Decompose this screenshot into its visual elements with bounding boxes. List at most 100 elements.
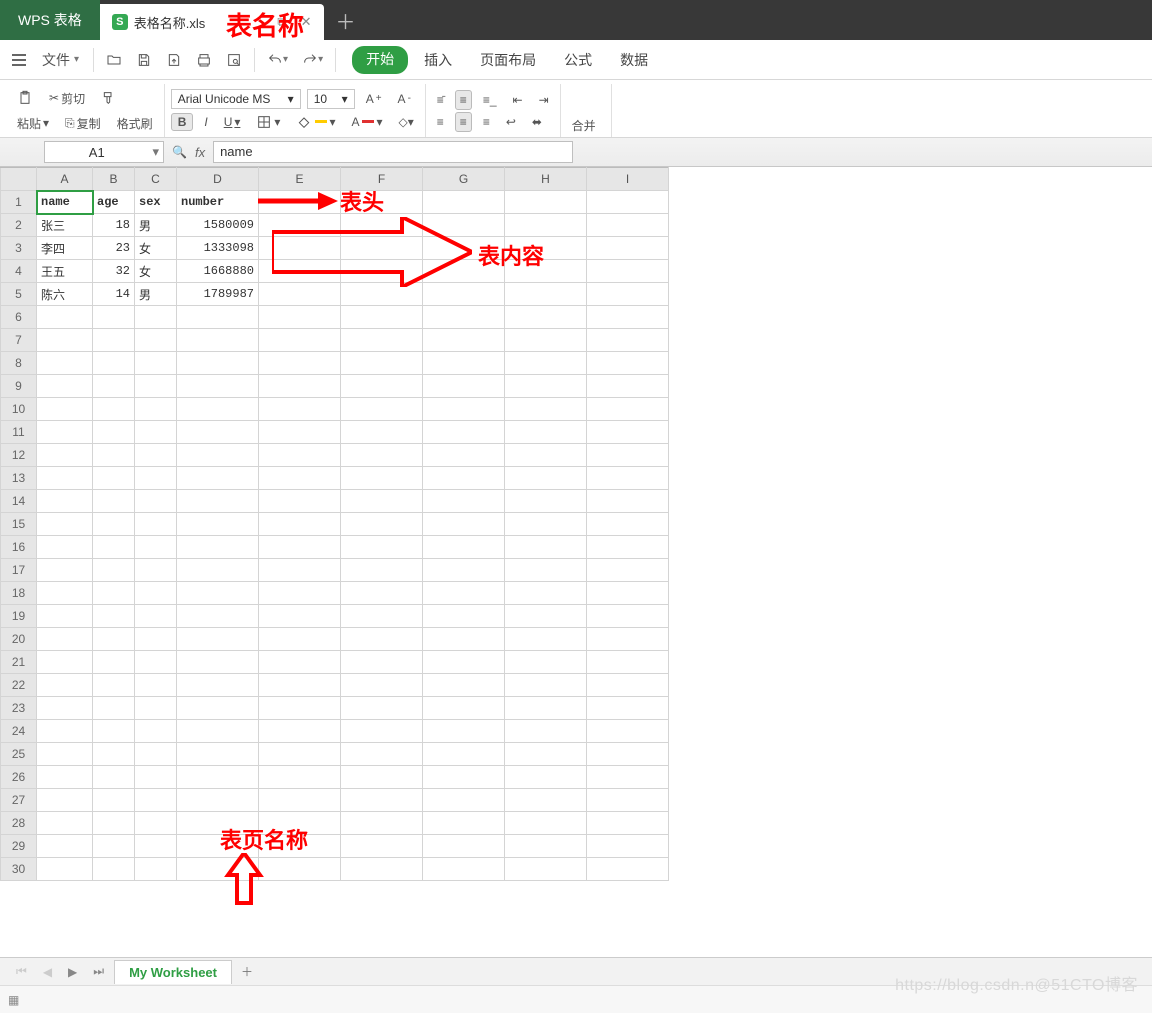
cell[interactable]	[177, 628, 259, 651]
cell[interactable]	[135, 674, 177, 697]
cell[interactable]	[505, 352, 587, 375]
cell[interactable]	[505, 766, 587, 789]
increase-font-icon[interactable]: A+	[361, 89, 387, 109]
cell[interactable]	[505, 260, 587, 283]
cell[interactable]	[423, 306, 505, 329]
row-header[interactable]: 15	[1, 513, 37, 536]
cell[interactable]	[505, 467, 587, 490]
cell[interactable]	[37, 789, 93, 812]
cell[interactable]	[177, 812, 259, 835]
zoom-icon[interactable]: 🔍	[172, 145, 187, 159]
cell[interactable]	[177, 605, 259, 628]
cell[interactable]	[135, 306, 177, 329]
cell[interactable]	[93, 306, 135, 329]
cell[interactable]	[37, 858, 93, 881]
cell[interactable]	[93, 605, 135, 628]
cell[interactable]	[259, 559, 341, 582]
cell[interactable]	[135, 421, 177, 444]
cell[interactable]	[423, 766, 505, 789]
cell[interactable]	[37, 812, 93, 835]
row-header[interactable]: 21	[1, 651, 37, 674]
column-header[interactable]: C	[135, 168, 177, 191]
column-header[interactable]: B	[93, 168, 135, 191]
cell[interactable]	[37, 467, 93, 490]
indent-decrease-icon[interactable]: ⇤	[508, 90, 528, 110]
cell[interactable]	[135, 329, 177, 352]
cell[interactable]	[505, 559, 587, 582]
cell[interactable]	[177, 329, 259, 352]
cell[interactable]	[341, 743, 423, 766]
open-icon[interactable]	[100, 48, 128, 72]
column-header[interactable]: H	[505, 168, 587, 191]
cell[interactable]	[423, 352, 505, 375]
font-name-select[interactable]: Arial Unicode MS▾	[171, 89, 301, 109]
cell[interactable]	[587, 582, 669, 605]
cell[interactable]: sex	[135, 191, 177, 214]
font-color-button[interactable]: A▾	[346, 112, 387, 132]
cell[interactable]	[505, 398, 587, 421]
cell[interactable]	[37, 697, 93, 720]
cell[interactable]	[587, 513, 669, 536]
cell[interactable]: 1789987	[177, 283, 259, 306]
cell[interactable]	[587, 536, 669, 559]
cell[interactable]	[135, 651, 177, 674]
file-menu[interactable]: 文件 ▾	[34, 46, 87, 74]
column-header[interactable]: A	[37, 168, 93, 191]
cell[interactable]	[93, 375, 135, 398]
cell[interactable]	[177, 559, 259, 582]
cell[interactable]	[587, 559, 669, 582]
cell[interactable]	[177, 375, 259, 398]
row-header[interactable]: 7	[1, 329, 37, 352]
row-header[interactable]: 12	[1, 444, 37, 467]
cell[interactable]	[587, 490, 669, 513]
cell[interactable]	[423, 214, 505, 237]
app-tab[interactable]: WPS 表格	[0, 0, 100, 40]
cell[interactable]	[423, 651, 505, 674]
row-header[interactable]: 9	[1, 375, 37, 398]
cell[interactable]	[341, 628, 423, 651]
cell[interactable]	[587, 398, 669, 421]
cell[interactable]	[505, 421, 587, 444]
cell[interactable]	[423, 421, 505, 444]
align-center-icon[interactable]: ≡	[455, 112, 472, 132]
cell[interactable]	[37, 559, 93, 582]
cell[interactable]	[177, 720, 259, 743]
cell[interactable]	[259, 398, 341, 421]
cell[interactable]	[135, 398, 177, 421]
cell[interactable]	[177, 536, 259, 559]
cell[interactable]	[587, 352, 669, 375]
cell[interactable]	[341, 766, 423, 789]
cell[interactable]	[135, 835, 177, 858]
cell[interactable]	[93, 559, 135, 582]
cell[interactable]: 张三	[37, 214, 93, 237]
align-top-icon[interactable]: ≡̄	[432, 90, 449, 110]
cell[interactable]	[423, 490, 505, 513]
cell[interactable]	[135, 720, 177, 743]
cell[interactable]	[37, 766, 93, 789]
cell[interactable]	[177, 835, 259, 858]
cell[interactable]	[135, 490, 177, 513]
cell[interactable]	[587, 214, 669, 237]
cell[interactable]	[177, 444, 259, 467]
cell[interactable]	[37, 375, 93, 398]
align-right-icon[interactable]: ≡	[478, 112, 495, 132]
row-header[interactable]: 6	[1, 306, 37, 329]
cell[interactable]	[423, 697, 505, 720]
cell[interactable]	[505, 329, 587, 352]
cell[interactable]	[259, 467, 341, 490]
cell[interactable]	[341, 375, 423, 398]
redo-icon[interactable]: ▾	[296, 48, 329, 72]
cell[interactable]	[93, 812, 135, 835]
cell[interactable]	[135, 766, 177, 789]
cell[interactable]	[423, 789, 505, 812]
cell[interactable]	[341, 582, 423, 605]
cell[interactable]	[587, 605, 669, 628]
row-header[interactable]: 29	[1, 835, 37, 858]
cell[interactable]: 1333098	[177, 237, 259, 260]
cell[interactable]	[259, 237, 341, 260]
cell[interactable]	[177, 467, 259, 490]
row-header[interactable]: 3	[1, 237, 37, 260]
select-all-corner[interactable]	[1, 168, 37, 191]
cell[interactable]	[423, 260, 505, 283]
row-header[interactable]: 30	[1, 858, 37, 881]
